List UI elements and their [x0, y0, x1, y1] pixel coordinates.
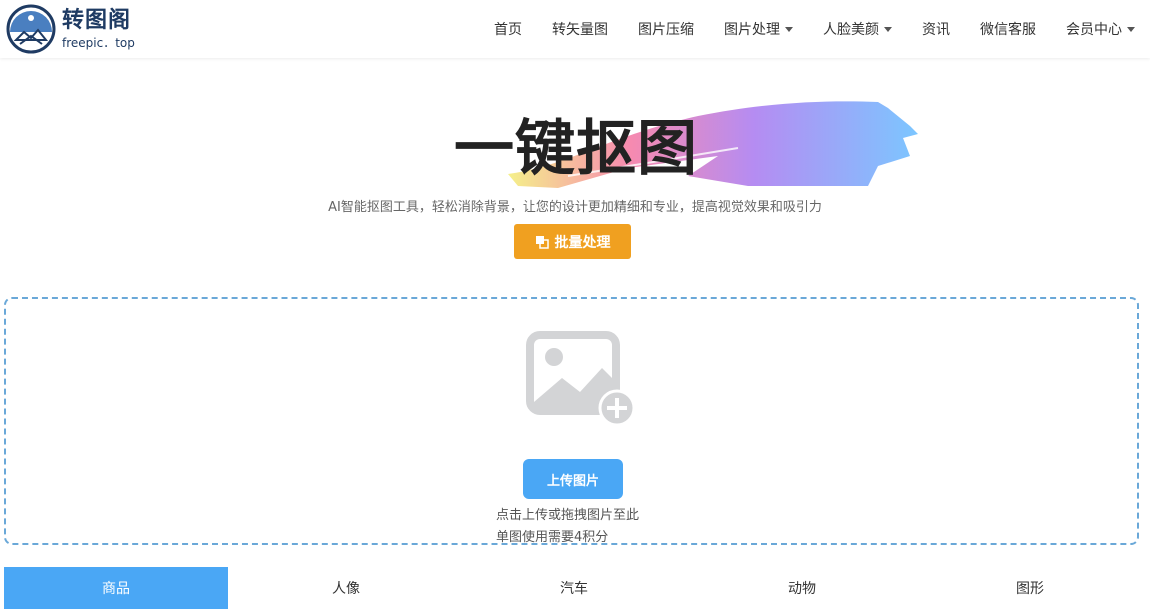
- caret-down-icon: [884, 26, 892, 32]
- batch-process-label: 批量处理: [554, 234, 611, 251]
- category-tabs: 商品 人像 汽车 动物 图形: [4, 567, 1144, 609]
- nav-vector[interactable]: 转矢量图: [537, 0, 623, 58]
- tab-portrait-label: 人像: [332, 581, 360, 597]
- batch-icon: [535, 235, 549, 249]
- hero-subtitle: AI智能抠图工具，轻松消除背景，让您的设计更加精细和专业，提高视觉效果和吸引力: [328, 200, 822, 215]
- tab-car[interactable]: 汽车: [460, 567, 688, 609]
- nav-news-label: 资讯: [922, 22, 950, 38]
- nav-member-center-label: 会员中心: [1066, 22, 1122, 38]
- hero-title: 一键抠图: [454, 114, 698, 184]
- nav-member-center[interactable]: 会员中心: [1051, 0, 1150, 58]
- upload-hint: 点击上传或拖拽图片至此: [496, 508, 640, 523]
- nav-image-process-label: 图片处理: [724, 22, 780, 38]
- image-add-icon: [526, 331, 636, 426]
- brand-domain: freepic．top: [62, 35, 135, 50]
- nav-wechat-service-label: 微信客服: [980, 22, 1036, 38]
- nav-face-beauty[interactable]: 人脸美颜: [808, 0, 907, 58]
- tab-graphic[interactable]: 图形: [916, 567, 1144, 609]
- tab-graphic-label: 图形: [1016, 581, 1044, 597]
- hero-title-block: 一键抠图: [448, 96, 928, 191]
- tab-animal-label: 动物: [788, 581, 816, 597]
- nav-wechat-service[interactable]: 微信客服: [965, 0, 1051, 58]
- caret-down-icon: [785, 26, 793, 32]
- nav-compress-label: 图片压缩: [638, 22, 694, 38]
- logo[interactable]: 转图阁 freepic．top: [6, 4, 135, 54]
- tab-goods[interactable]: 商品: [4, 567, 228, 609]
- nav-compress[interactable]: 图片压缩: [623, 0, 709, 58]
- nav-news[interactable]: 资讯: [907, 0, 965, 58]
- nav-home[interactable]: 首页: [479, 0, 537, 58]
- tab-portrait[interactable]: 人像: [232, 567, 460, 609]
- logo-icon: [6, 4, 56, 54]
- nav-image-process[interactable]: 图片处理: [709, 0, 808, 58]
- nav-home-label: 首页: [494, 22, 522, 38]
- main-nav: 首页 转矢量图 图片压缩 图片处理 人脸美颜 资讯 微信客服 会员中心: [479, 0, 1150, 58]
- batch-process-button[interactable]: 批量处理: [514, 224, 631, 259]
- tab-goods-label: 商品: [102, 581, 130, 597]
- nav-vector-label: 转矢量图: [552, 22, 608, 38]
- brand-name: 转图阁: [62, 7, 132, 33]
- upload-image-button[interactable]: 上传图片: [523, 459, 623, 499]
- caret-down-icon: [1127, 26, 1135, 32]
- nav-face-beauty-label: 人脸美颜: [823, 22, 879, 38]
- credit-cost-note: 单图使用需要4积分: [496, 530, 609, 545]
- tab-animal[interactable]: 动物: [688, 567, 916, 609]
- top-navbar: 转图阁 freepic．top 首页 转矢量图 图片压缩 图片处理 人脸美颜 资…: [0, 0, 1150, 58]
- tab-car-label: 汽车: [560, 581, 588, 597]
